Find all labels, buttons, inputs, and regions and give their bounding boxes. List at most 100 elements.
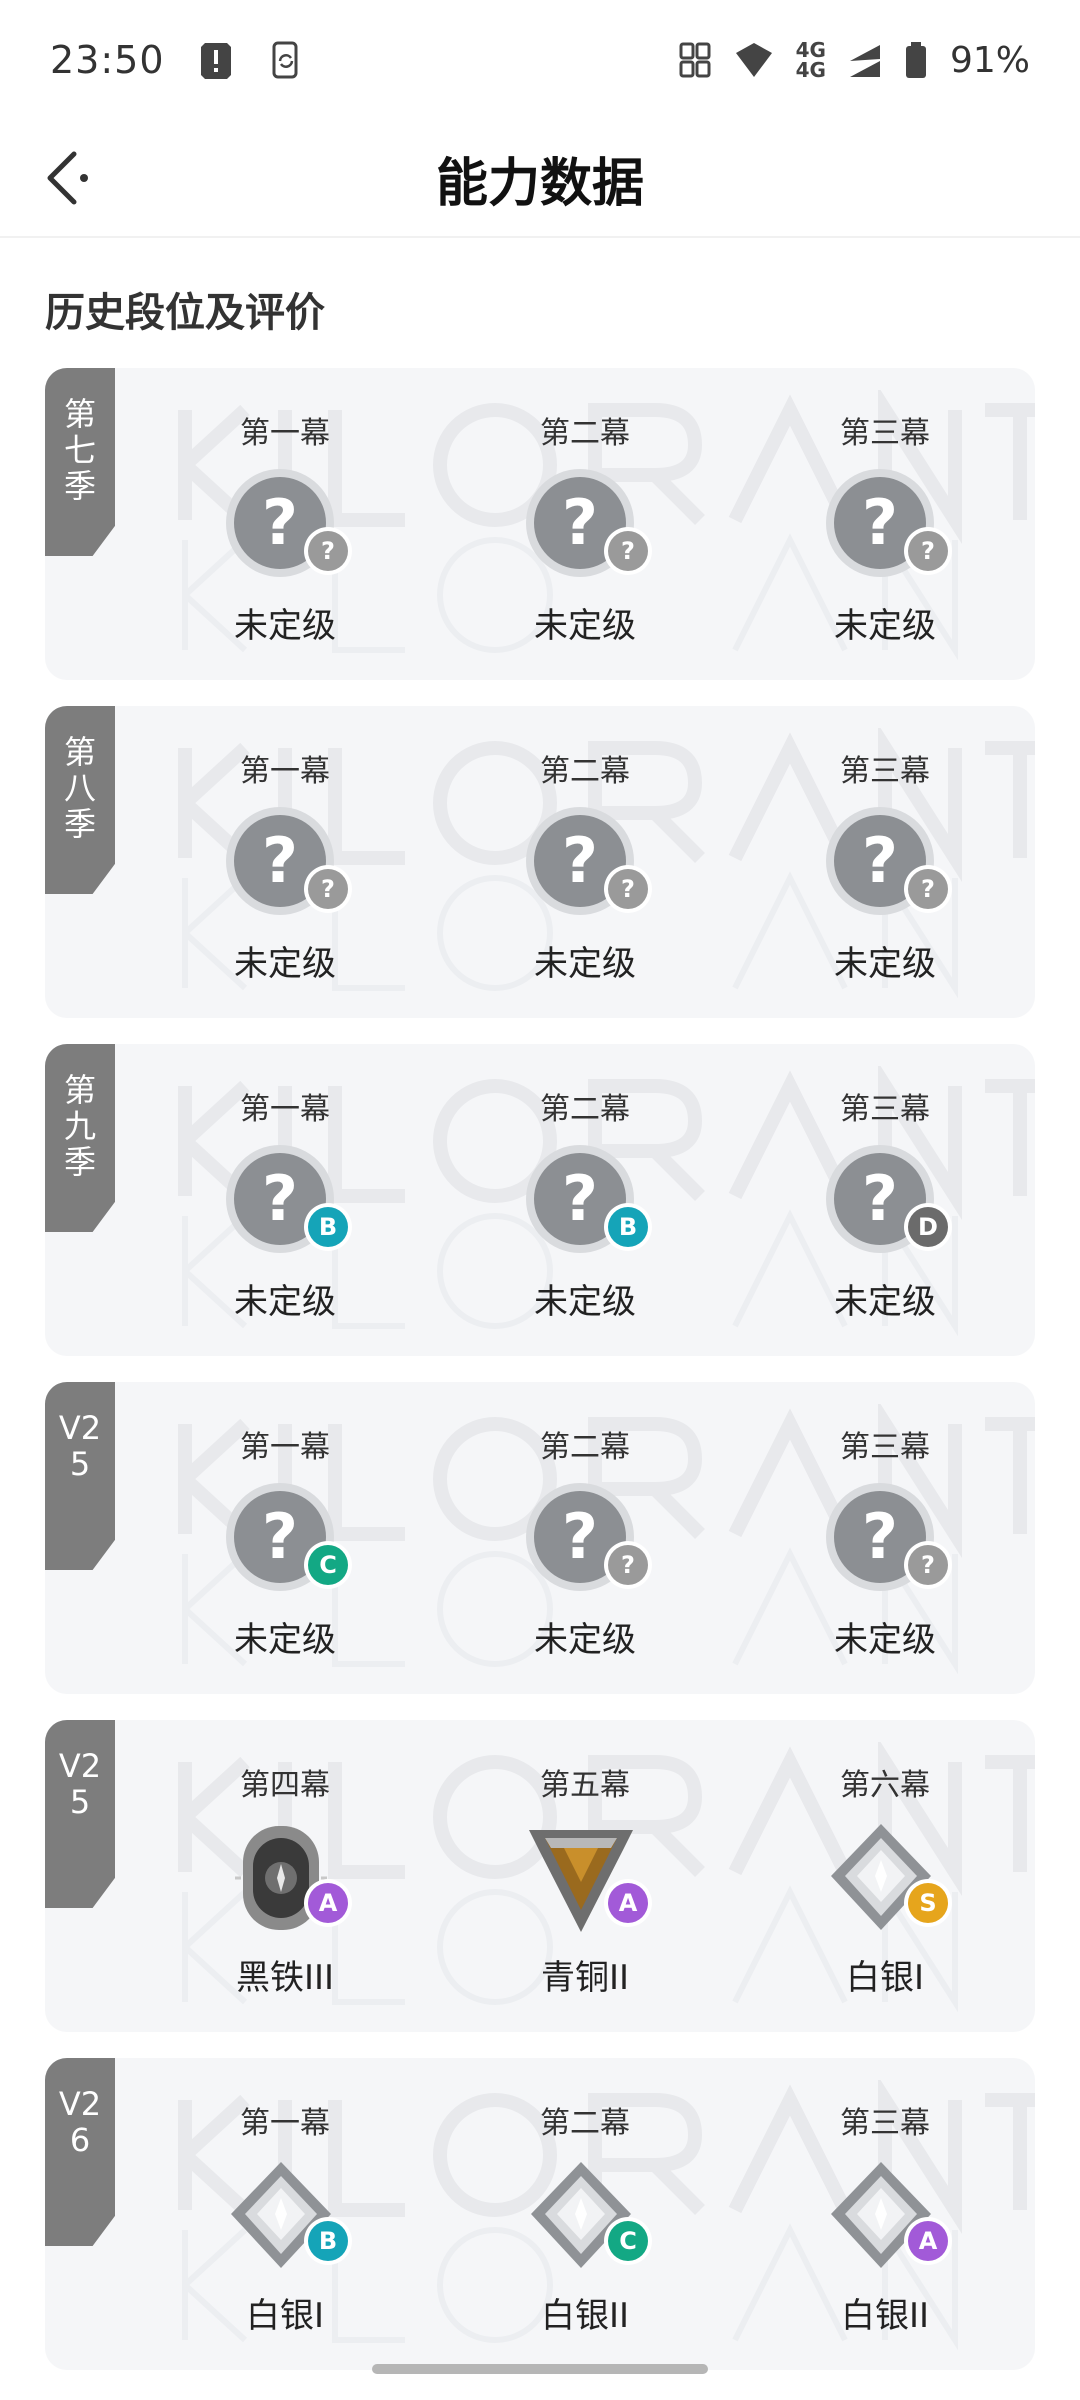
- grade-badge: B: [604, 1203, 652, 1251]
- act-label: 第三幕: [840, 1430, 930, 1465]
- act-item[interactable]: 第一幕 ? ? 未定级: [185, 368, 385, 680]
- season-tag-label: V2 5: [58, 1409, 102, 1483]
- grade-badge: D: [904, 1203, 952, 1251]
- svg-text:?: ?: [862, 824, 898, 897]
- rank-name: 未定级: [534, 1620, 636, 1660]
- act-label: 第二幕: [540, 416, 630, 451]
- rank-badge: A: [825, 2158, 952, 2278]
- alert-notification-icon: [200, 43, 231, 79]
- act-item[interactable]: 第三幕 ? D 未定级: [785, 1044, 985, 1356]
- act-label: 第一幕: [240, 1092, 330, 1127]
- season-tag-label: 第 九 季: [63, 1071, 96, 1181]
- act-item[interactable]: 第一幕 ? C 未定级: [185, 1382, 385, 1694]
- status-time: 23:50: [50, 38, 165, 82]
- grade-badge: A: [604, 1879, 652, 1927]
- grade-letter: C: [319, 1551, 337, 1579]
- rank-name: 白银I: [845, 1958, 925, 1998]
- rank-name: 白银I: [245, 2296, 325, 2336]
- act-item[interactable]: 第一幕 B 白银I: [185, 2058, 385, 2370]
- grade-badge: ?: [604, 527, 652, 575]
- grade-badge: ?: [304, 527, 352, 575]
- svg-text:?: ?: [862, 1162, 898, 1235]
- network-type-bottom: 4G: [795, 58, 826, 82]
- act-item[interactable]: 第二幕 ? B 未定级: [485, 1044, 685, 1356]
- season-tag-label: 第 八 季: [63, 733, 96, 843]
- season-tag-label: 第 七 季: [63, 395, 96, 505]
- grade-letter: B: [319, 1213, 337, 1241]
- grade-badge: S: [904, 1879, 952, 1927]
- act-label: 第一幕: [240, 416, 330, 451]
- rank-name: 黑铁III: [235, 1958, 335, 1998]
- act-item[interactable]: 第二幕 C 白银II: [485, 2058, 685, 2370]
- rank-badge: C: [525, 2158, 652, 2278]
- rank-badge: B: [225, 2158, 352, 2278]
- act-item[interactable]: 第二幕 ? ? 未定级: [485, 368, 685, 680]
- act-item[interactable]: 第三幕 A 白银II: [785, 2058, 985, 2370]
- svg-text:?: ?: [262, 486, 298, 559]
- act-item[interactable]: 第三幕 ? ? 未定级: [785, 706, 985, 1018]
- rank-badge: ? C: [225, 1482, 352, 1602]
- act-item[interactable]: 第一幕 ? B 未定级: [185, 1044, 385, 1356]
- season-tag: V2 5: [45, 1720, 115, 1908]
- season-card: V2 5 第四幕 A 黑铁III 第五幕 A 青铜II 第六幕 S 白银I: [45, 1720, 1035, 2032]
- act-item[interactable]: 第四幕 A 黑铁III: [185, 1720, 385, 2032]
- rank-name: 未定级: [234, 1282, 336, 1322]
- rank-badge: ? ?: [525, 468, 652, 588]
- status-right: 4G 4G 91%: [678, 40, 1030, 81]
- season-tag: 第 八 季: [45, 706, 115, 894]
- rank-name: 青铜II: [540, 1958, 630, 1998]
- svg-text:?: ?: [862, 1500, 898, 1573]
- season-card: 第 七 季 第一幕 ? ? 未定级 第二幕 ? ? 未定级 第三幕 ? ? 未定级: [45, 368, 1035, 680]
- grade-letter: B: [319, 2227, 337, 2255]
- grade-badge: A: [304, 1879, 352, 1927]
- grade-letter: ?: [621, 537, 635, 565]
- rank-badge: ? D: [825, 1144, 952, 1264]
- act-item[interactable]: 第六幕 S 白银I: [785, 1720, 985, 2032]
- act-label: 第三幕: [840, 1092, 930, 1127]
- svg-text:?: ?: [562, 486, 598, 559]
- svg-text:?: ?: [262, 1500, 298, 1573]
- act-item[interactable]: 第三幕 ? ? 未定级: [785, 368, 985, 680]
- grade-letter: ?: [921, 875, 935, 903]
- rank-badge: ? ?: [825, 806, 952, 926]
- rank-name: 白银II: [540, 2296, 630, 2336]
- act-item[interactable]: 第五幕 A 青铜II: [485, 1720, 685, 2032]
- rank-badge: ? ?: [825, 468, 952, 588]
- rank-badge: S: [825, 1820, 952, 1940]
- grade-badge: A: [904, 2217, 952, 2265]
- cell-signal-icon: [849, 45, 880, 77]
- act-label: 第一幕: [240, 754, 330, 789]
- home-indicator[interactable]: [372, 2364, 708, 2374]
- act-label: 第四幕: [240, 1768, 330, 1803]
- grade-letter: ?: [921, 537, 935, 565]
- act-item[interactable]: 第二幕 ? ? 未定级: [485, 1382, 685, 1694]
- grade-badge: ?: [904, 527, 952, 575]
- grade-letter: ?: [321, 875, 335, 903]
- grade-badge: ?: [604, 865, 652, 913]
- grade-badge: ?: [604, 1541, 652, 1589]
- nfc-icon: [679, 42, 711, 78]
- svg-text:?: ?: [262, 1162, 298, 1235]
- act-label: 第二幕: [540, 754, 630, 789]
- back-icon[interactable]: [40, 148, 100, 208]
- act-label: 第五幕: [540, 1768, 630, 1803]
- status-bar: 23:50 4G 4G 91%: [0, 0, 1080, 120]
- season-card: V2 5 第一幕 ? C 未定级 第二幕 ? ? 未定级 第三幕 ? ? 未定级: [45, 1382, 1035, 1694]
- act-label: 第一幕: [240, 2106, 330, 2141]
- grade-letter: A: [919, 2227, 938, 2255]
- grade-badge: B: [304, 2217, 352, 2265]
- battery-level: 91%: [949, 39, 1030, 81]
- act-label: 第三幕: [840, 754, 930, 789]
- act-item[interactable]: 第一幕 ? ? 未定级: [185, 706, 385, 1018]
- wifi-icon: [735, 43, 772, 77]
- svg-text:?: ?: [262, 824, 298, 897]
- act-label: 第二幕: [540, 2106, 630, 2141]
- act-label: 第三幕: [840, 2106, 930, 2141]
- grade-letter: D: [918, 1213, 938, 1241]
- rank-name: 未定级: [834, 606, 936, 646]
- act-item[interactable]: 第二幕 ? ? 未定级: [485, 706, 685, 1018]
- rank-badge: A: [525, 1820, 652, 1940]
- act-item[interactable]: 第三幕 ? ? 未定级: [785, 1382, 985, 1694]
- battery-icon: [905, 42, 926, 78]
- rank-badge: ? ?: [525, 1482, 652, 1602]
